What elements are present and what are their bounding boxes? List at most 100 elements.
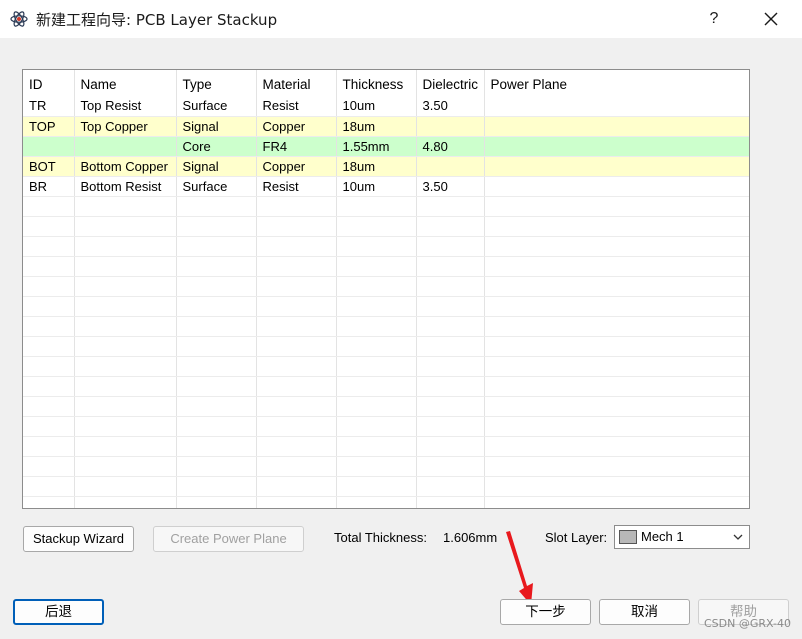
cell-id[interactable]: TR — [23, 96, 75, 117]
cell-type[interactable]: Surface — [176, 176, 257, 197]
layer-color-swatch — [619, 530, 637, 544]
empty-row — [23, 496, 749, 508]
cell-name[interactable]: Top Copper — [74, 116, 177, 137]
cell-power-plane[interactable] — [484, 156, 749, 177]
column-header-material[interactable]: Material — [256, 70, 337, 96]
column-header-dielectric[interactable]: Dielectric — [416, 70, 485, 96]
close-button[interactable] — [754, 4, 788, 34]
empty-row — [23, 356, 749, 377]
column-header-power-plane[interactable]: Power Plane — [484, 70, 749, 96]
total-thickness-label: Total Thickness: — [334, 530, 427, 545]
cell-name[interactable]: Top Resist — [74, 96, 177, 117]
empty-row — [23, 456, 749, 477]
cell-id[interactable]: BOT — [23, 156, 75, 177]
back-button[interactable]: 后退 — [13, 599, 104, 625]
cell-type[interactable]: Signal — [176, 116, 257, 137]
cell-power-plane[interactable] — [484, 136, 749, 157]
empty-cell — [176, 356, 257, 377]
empty-cell — [484, 456, 749, 477]
table-row[interactable]: Core FR4 1.55mm 4.80 — [23, 136, 749, 157]
cell-material[interactable]: Resist — [256, 96, 337, 117]
cell-power-plane[interactable] — [484, 96, 749, 117]
cell-power-plane[interactable] — [484, 116, 749, 137]
cell-material[interactable]: Copper — [256, 156, 337, 177]
empty-cell — [484, 276, 749, 297]
cell-dielectric[interactable]: 3.50 — [416, 176, 485, 197]
empty-cell — [23, 436, 75, 457]
empty-cell — [336, 236, 417, 257]
cell-dielectric[interactable]: 3.50 — [416, 96, 485, 117]
cell-id[interactable] — [23, 136, 75, 157]
table-row[interactable]: BR Bottom Resist Surface Resist 10um 3.50 — [23, 176, 749, 197]
cell-dielectric[interactable] — [416, 156, 485, 177]
cell-dielectric[interactable] — [416, 116, 485, 137]
cell-material[interactable]: Copper — [256, 116, 337, 137]
empty-cell — [336, 416, 417, 437]
empty-cell — [416, 416, 485, 437]
layer-stack-grid[interactable]: ID Name Type Material Thickness Dielectr… — [22, 69, 750, 509]
empty-cell — [256, 456, 337, 477]
empty-cell — [74, 336, 177, 357]
empty-cell — [256, 436, 337, 457]
empty-cell — [23, 336, 75, 357]
empty-cell — [23, 356, 75, 377]
empty-row — [23, 396, 749, 417]
empty-cell — [256, 496, 337, 508]
cell-material[interactable]: FR4 — [256, 136, 337, 157]
column-header-thickness[interactable]: Thickness — [336, 70, 417, 96]
cell-name[interactable]: Bottom Copper — [74, 156, 177, 177]
empty-cell — [176, 316, 257, 337]
empty-cell — [336, 376, 417, 397]
table-row[interactable]: TOP Top Copper Signal Copper 18um — [23, 116, 749, 137]
empty-row — [23, 236, 749, 257]
cell-thickness[interactable]: 10um — [336, 176, 417, 197]
cell-id[interactable]: BR — [23, 176, 75, 197]
empty-cell — [484, 416, 749, 437]
cell-thickness[interactable]: 18um — [336, 116, 417, 137]
empty-cell — [256, 236, 337, 257]
empty-cell — [23, 276, 75, 297]
empty-cell — [74, 396, 177, 417]
empty-cell — [176, 416, 257, 437]
empty-cell — [416, 196, 485, 217]
empty-cell — [336, 396, 417, 417]
empty-cell — [484, 296, 749, 317]
empty-cell — [336, 296, 417, 317]
empty-row — [23, 296, 749, 317]
help-question-button[interactable]: ? — [700, 6, 728, 32]
column-header-id[interactable]: ID — [23, 70, 75, 96]
empty-row — [23, 276, 749, 297]
cell-material[interactable]: Resist — [256, 176, 337, 197]
cell-id[interactable]: TOP — [23, 116, 75, 137]
cell-type[interactable]: Surface — [176, 96, 257, 117]
cell-thickness[interactable]: 1.55mm — [336, 136, 417, 157]
empty-cell — [416, 316, 485, 337]
cell-name[interactable] — [74, 136, 177, 157]
next-button[interactable]: 下一步 — [500, 599, 591, 625]
empty-cell — [484, 236, 749, 257]
empty-cell — [256, 276, 337, 297]
empty-cell — [23, 476, 75, 497]
atom-icon — [10, 11, 28, 27]
cell-type[interactable]: Signal — [176, 156, 257, 177]
table-row[interactable]: BOT Bottom Copper Signal Copper 18um — [23, 156, 749, 177]
column-header-type[interactable]: Type — [176, 70, 257, 96]
empty-cell — [176, 436, 257, 457]
cell-name[interactable]: Bottom Resist — [74, 176, 177, 197]
empty-row — [23, 436, 749, 457]
cell-type[interactable]: Core — [176, 136, 257, 157]
stackup-wizard-button[interactable]: Stackup Wizard — [23, 526, 134, 552]
cell-power-plane[interactable] — [484, 176, 749, 197]
empty-cell — [74, 296, 177, 317]
cell-dielectric[interactable]: 4.80 — [416, 136, 485, 157]
column-header-name[interactable]: Name — [74, 70, 177, 96]
cell-thickness[interactable]: 10um — [336, 96, 417, 117]
cell-thickness[interactable]: 18um — [336, 156, 417, 177]
table-row[interactable]: TR Top Resist Surface Resist 10um 3.50 — [23, 96, 749, 117]
empty-cell — [484, 376, 749, 397]
cancel-button[interactable]: 取消 — [599, 599, 690, 625]
create-power-plane-button[interactable]: Create Power Plane — [153, 526, 304, 552]
empty-cell — [74, 276, 177, 297]
slot-layer-select[interactable]: Mech 1 — [614, 525, 750, 549]
empty-cell — [256, 356, 337, 377]
